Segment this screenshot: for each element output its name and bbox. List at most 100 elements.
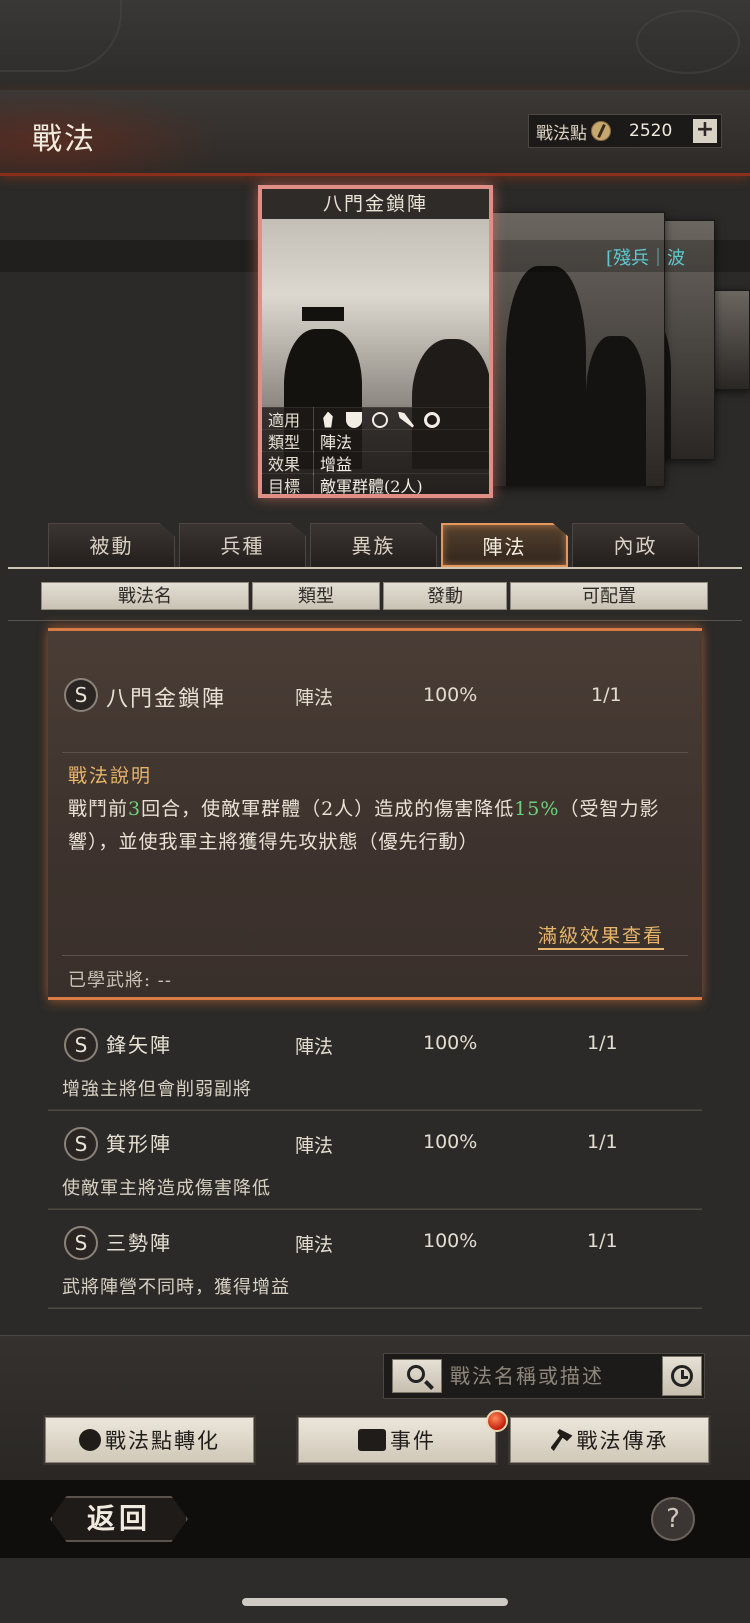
card-info-value: 增益 xyxy=(320,454,353,474)
description-title: 戰法說明 xyxy=(68,765,153,787)
tab-formation[interactable]: 陣法 xyxy=(441,523,568,567)
column-name[interactable]: 戰法名 xyxy=(41,582,249,610)
inherit-skill-label: 戰法傳承 xyxy=(576,1429,669,1453)
skill-type: 陣法 xyxy=(295,1135,334,1157)
column-trigger[interactable]: 發動 xyxy=(383,582,507,610)
home-indicator[interactable] xyxy=(242,1598,508,1606)
skill-description: 戰鬥前3回合，使敵軍群體（2人）造成的傷害降低15%（受智力影響），並使我軍主將… xyxy=(68,798,660,853)
inherit-skill-button[interactable]: 戰法傳承 xyxy=(508,1415,711,1465)
row-divider xyxy=(48,1109,702,1111)
search-input[interactable] xyxy=(450,1360,640,1392)
tab-domestic[interactable]: 內政 xyxy=(572,523,699,567)
notification-dot xyxy=(486,1410,508,1432)
skill-capacity: 1/1 xyxy=(591,684,622,706)
card-info-table: 適用 類型 陣法 效果 增益 目標 敵軍群體(2人) xyxy=(262,406,489,496)
search-box xyxy=(383,1353,705,1399)
skill-row[interactable]: S 箕形陣 陣法 100% 1/1 使敵軍主將造成傷害降低 xyxy=(48,1114,702,1210)
wheel-icon xyxy=(424,411,440,428)
convert-points-button[interactable]: 戰法點轉化 xyxy=(43,1415,256,1465)
skill-type: 陣法 xyxy=(295,1036,334,1058)
category-tabs: 被動 兵種 異族 陣法 內政 xyxy=(48,523,708,567)
card-info-row-effect: 效果 增益 xyxy=(262,450,489,475)
skill-name: 八門金鎖陣 xyxy=(106,687,227,712)
skill-rate: 100% xyxy=(423,684,478,706)
skill-summary: 使敵軍主將造成傷害降低 xyxy=(62,1178,271,1199)
horse-icon xyxy=(323,411,333,428)
card-info-key: 類型 xyxy=(262,428,314,453)
event-icon xyxy=(358,1429,386,1451)
skill-rate: 100% xyxy=(423,1032,478,1054)
skill-row[interactable]: S 鋒矢陣 陣法 100% 1/1 增強主將但會削弱副將 xyxy=(48,1015,702,1111)
skill-name: 箕形陣 xyxy=(106,1132,172,1156)
back-button[interactable]: 返回 xyxy=(50,1496,188,1542)
events-label: 事件 xyxy=(390,1429,436,1453)
skill-rate: 100% xyxy=(423,1131,478,1153)
search-button[interactable] xyxy=(392,1359,442,1393)
clock-icon xyxy=(671,1365,693,1387)
skill-name: 鋒矢陣 xyxy=(106,1033,172,1057)
panel-separator xyxy=(62,955,688,956)
events-button[interactable]: 事件 xyxy=(296,1415,498,1465)
skill-rate: 100% xyxy=(423,1230,478,1252)
grade-badge: S xyxy=(64,1127,98,1161)
column-capacity[interactable]: 可配置 xyxy=(510,582,708,610)
skill-capacity: 1/1 xyxy=(587,1032,618,1054)
bottom-decoration xyxy=(0,1558,750,1623)
hammer-icon xyxy=(550,1429,573,1451)
panel-separator xyxy=(62,752,688,753)
reduction-value: 15% xyxy=(514,798,560,820)
page-title: 戰法 xyxy=(32,122,96,157)
shield-icon xyxy=(346,411,362,428)
spear-icon xyxy=(398,411,414,428)
skill-point-icon xyxy=(591,121,611,141)
skill-capacity: 1/1 xyxy=(587,1131,618,1153)
max-level-effect-link[interactable]: 滿級效果查看 xyxy=(537,921,664,950)
card-info-key: 目標 xyxy=(262,472,314,494)
skill-name: 三勢陣 xyxy=(106,1231,172,1255)
skill-type: 陣法 xyxy=(295,687,334,709)
list-divider xyxy=(8,620,742,621)
card-info-row-applicable: 適用 xyxy=(262,406,489,431)
card-info-value: 敵軍群體(2人) xyxy=(320,476,423,496)
row-divider xyxy=(48,1307,702,1309)
skill-points-box: 戰法點 2520 + xyxy=(528,114,722,148)
flame-icon xyxy=(79,1429,101,1451)
card-title: 八門金鎖陣 xyxy=(262,189,489,219)
tab-troop-type[interactable]: 兵種 xyxy=(179,523,306,567)
skill-summary: 增強主將但會削弱副將 xyxy=(62,1079,252,1100)
history-button[interactable] xyxy=(662,1356,702,1396)
grade-badge: S xyxy=(64,678,98,712)
convert-points-label: 戰法點轉化 xyxy=(105,1429,220,1453)
header-bar: 戰法 戰法點 2520 + xyxy=(0,90,750,176)
top-decoration xyxy=(0,0,750,90)
footer-bar: 返回 ? xyxy=(0,1480,750,1558)
card-info-row-type: 類型 陣法 xyxy=(262,428,489,453)
grade-badge: S xyxy=(64,1028,98,1062)
search-icon xyxy=(407,1365,425,1383)
tab-underline xyxy=(8,567,742,569)
grade-badge: S xyxy=(64,1226,98,1260)
featured-skill-card[interactable]: 八門金鎖陣 適用 類型 陣法 效果 增益 目標 敵軍群體(2人) xyxy=(258,185,493,498)
skill-type: 陣法 xyxy=(295,1234,334,1256)
skill-capacity: 1/1 xyxy=(587,1230,618,1252)
rounds-value: 3 xyxy=(128,798,142,820)
column-type[interactable]: 類型 xyxy=(252,582,380,610)
card-info-key: 適用 xyxy=(262,406,314,431)
row-divider xyxy=(48,1208,702,1210)
learned-generals: 已學武將: -- xyxy=(68,970,172,991)
skill-row[interactable]: S 三勢陣 陣法 100% 1/1 武將陣營不同時，獲得增益 xyxy=(48,1213,702,1309)
skill-points-value: 2520 xyxy=(629,121,673,141)
card-info-key: 效果 xyxy=(262,450,314,475)
skill-tags: [殘兵｜波 xyxy=(606,248,686,269)
tab-passive[interactable]: 被動 xyxy=(48,523,175,567)
card-info-row-target: 目標 敵軍群體(2人) xyxy=(262,472,489,496)
help-button[interactable]: ? xyxy=(651,1497,695,1541)
skill-points-label: 戰法點 xyxy=(536,123,587,144)
expanded-skill-panel[interactable]: S 八門金鎖陣 陣法 100% 1/1 戰法說明 戰鬥前3回合，使敵軍群體（2人… xyxy=(48,628,702,1000)
tab-foreign[interactable]: 異族 xyxy=(310,523,437,567)
add-points-button[interactable]: + xyxy=(693,119,717,143)
bow-icon xyxy=(368,408,392,431)
skill-summary: 武將陣營不同時，獲得增益 xyxy=(62,1277,290,1298)
unit-icons xyxy=(314,408,450,431)
card-info-value: 陣法 xyxy=(320,432,353,452)
